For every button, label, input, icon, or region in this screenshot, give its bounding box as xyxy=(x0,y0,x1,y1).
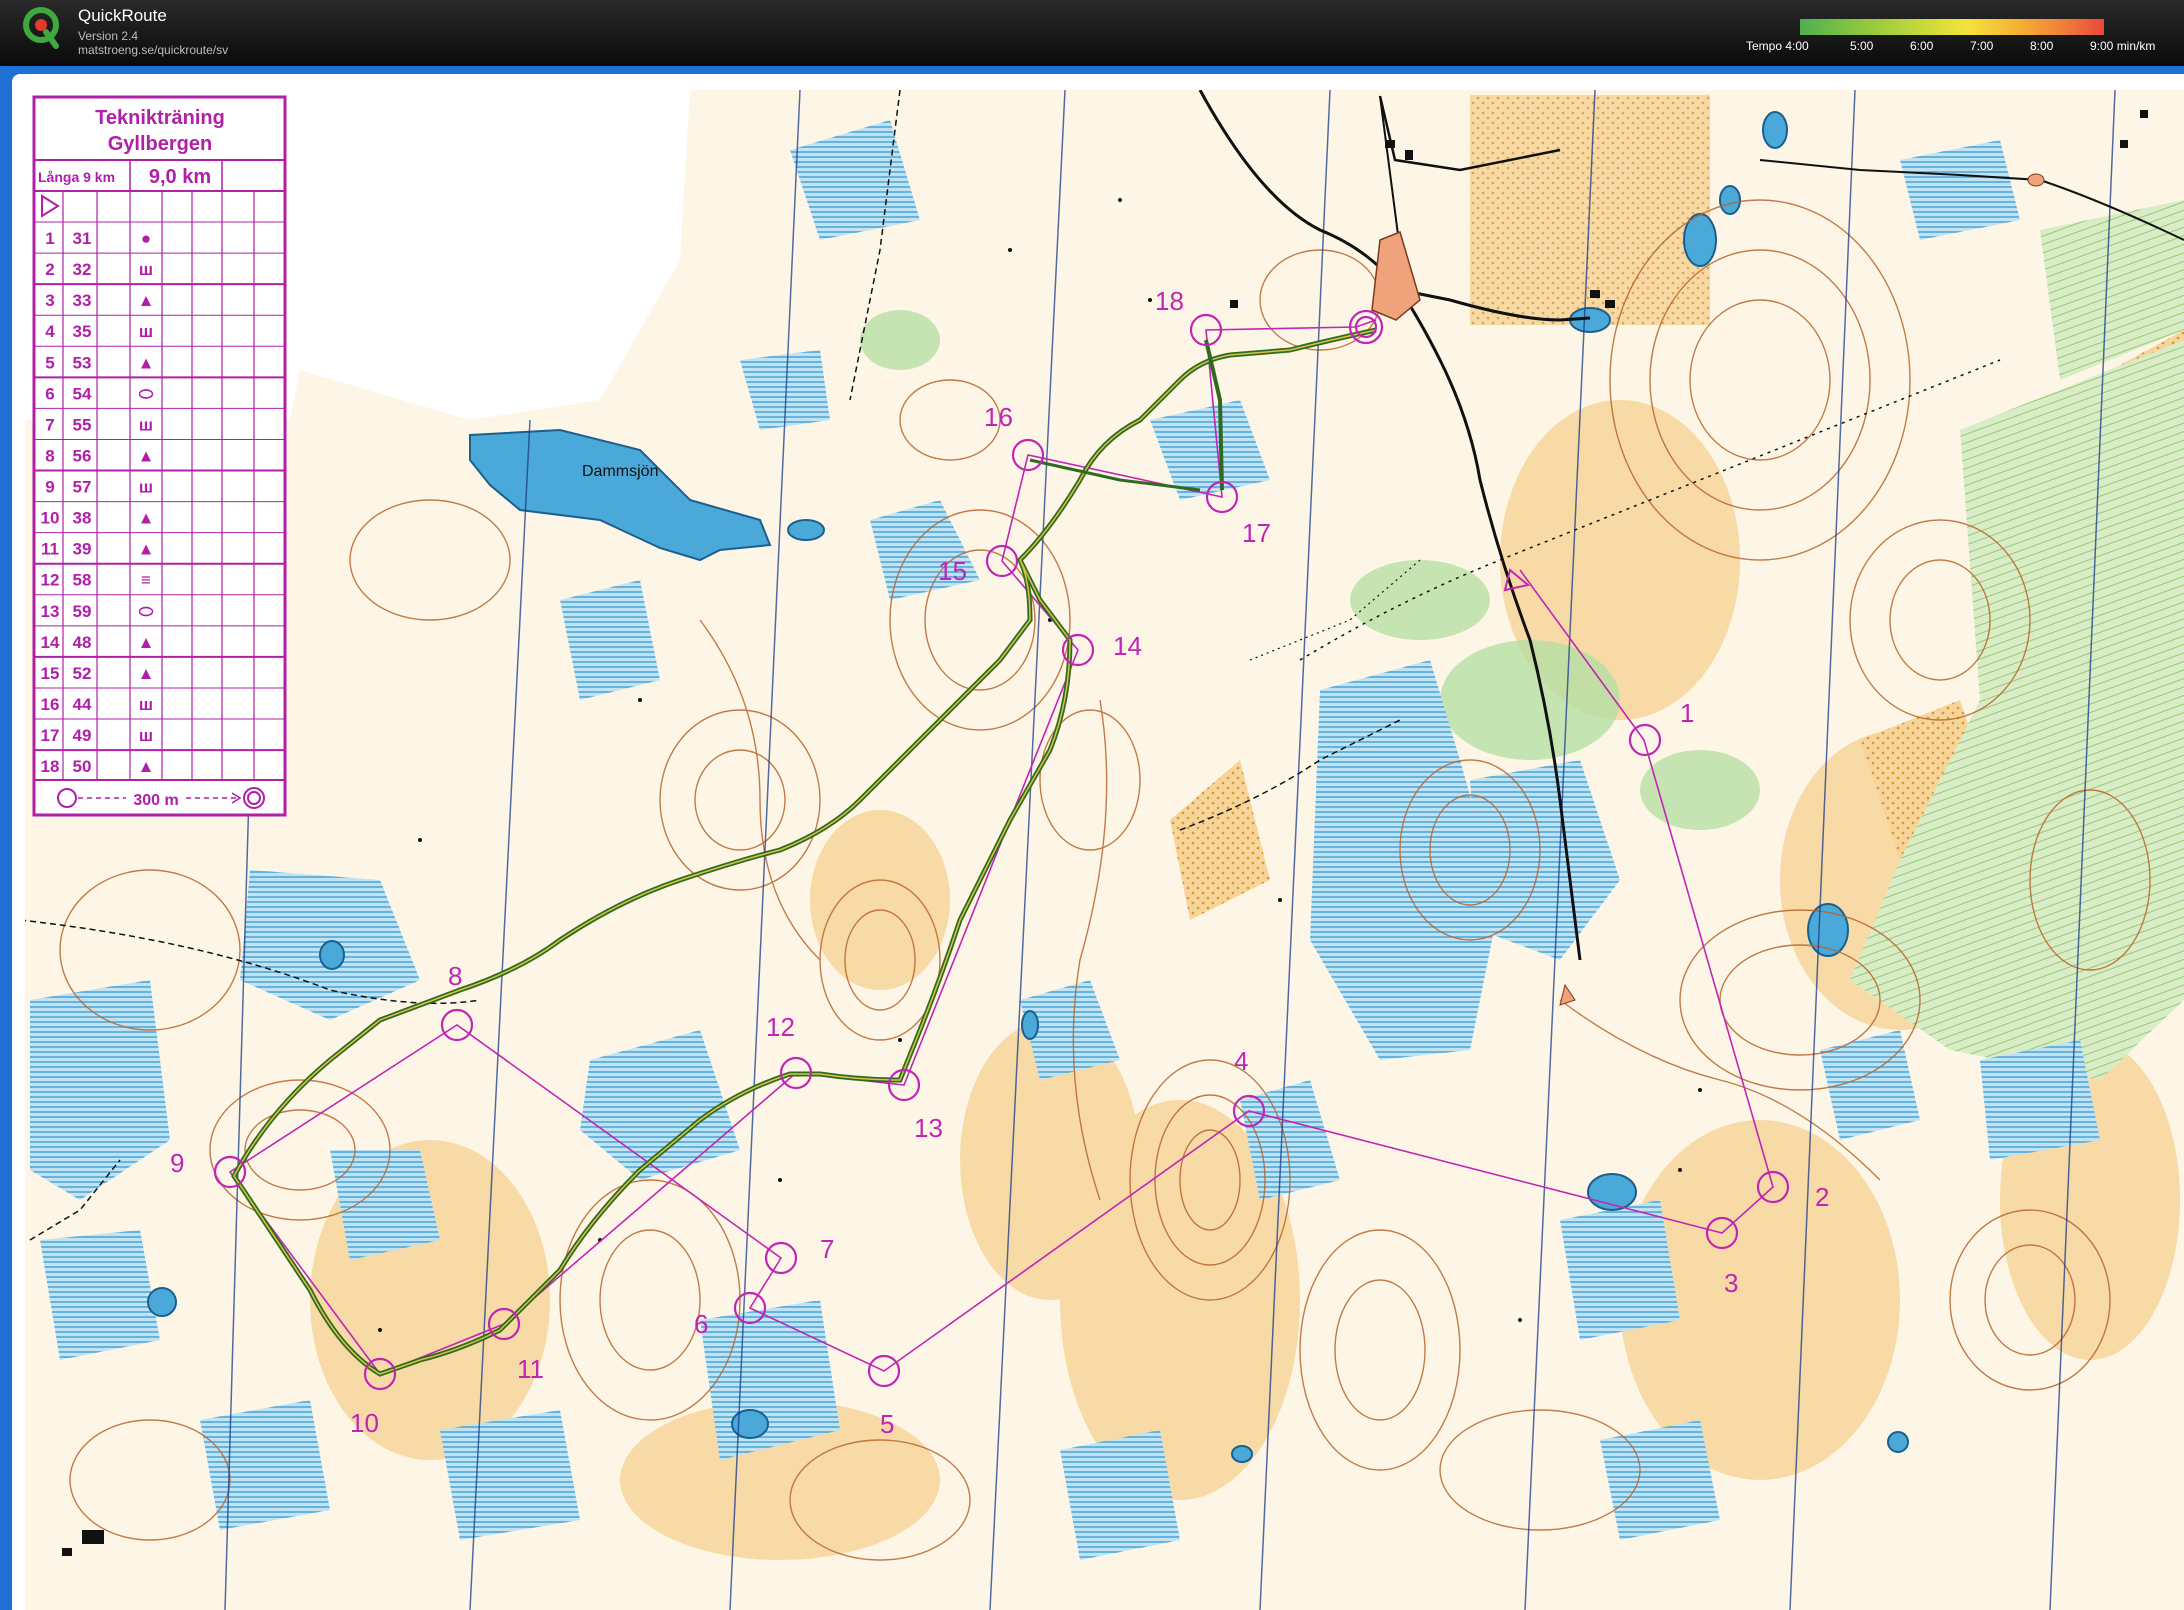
card-row-code: 53 xyxy=(73,353,92,372)
card-row-symbol: ш xyxy=(139,726,153,745)
card-row-number: 16 xyxy=(41,695,60,714)
card-row-code: 49 xyxy=(73,726,92,745)
control-number-1: 1 xyxy=(1680,698,1694,728)
card-row-symbol: ▲ xyxy=(138,633,155,652)
card-row-symbol: ⬭ xyxy=(139,384,154,403)
control-number-12: 12 xyxy=(766,1012,795,1042)
card-row-code: 39 xyxy=(73,540,92,559)
card-row-code: 32 xyxy=(73,260,92,279)
card-row-symbol: ▲ xyxy=(138,446,155,465)
card-row-code: 58 xyxy=(73,571,92,590)
card-row-number: 17 xyxy=(41,726,60,745)
card-title-line1: Teknikträning xyxy=(95,107,225,129)
card-row-symbol: ▲ xyxy=(138,540,155,559)
card-row-symbol: ш xyxy=(139,260,153,279)
card-row-code: 44 xyxy=(73,695,92,714)
control-number-13: 13 xyxy=(914,1113,943,1143)
control-number-18: 18 xyxy=(1155,286,1184,316)
card-row-number: 12 xyxy=(41,571,60,590)
card-row-number: 9 xyxy=(45,478,54,497)
card-row-number: 15 xyxy=(41,664,60,683)
control-number-14: 14 xyxy=(1113,631,1142,661)
control-number-5: 5 xyxy=(880,1409,894,1439)
control-number-4: 4 xyxy=(1234,1046,1248,1076)
card-row-code: 52 xyxy=(73,664,92,683)
card-row-number: 3 xyxy=(45,291,54,310)
card-class: Långa 9 km xyxy=(38,169,115,185)
card-row-symbol: ▲ xyxy=(138,664,155,683)
card-row-number: 4 xyxy=(45,322,55,341)
card-row-number: 18 xyxy=(41,757,60,776)
card-row-code: 48 xyxy=(73,633,92,652)
control-number-15: 15 xyxy=(938,556,967,586)
card-row-number: 5 xyxy=(45,353,54,372)
control-number-11: 11 xyxy=(517,1354,544,1384)
control-number-2: 2 xyxy=(1815,1182,1829,1212)
card-row-symbol: ≡ xyxy=(141,571,151,590)
card-row-number: 7 xyxy=(45,415,54,434)
map-terrain: Dammsjön xyxy=(25,90,2184,1610)
card-length: 9,0 km xyxy=(149,166,211,188)
control-description-card: Teknikträning Gyllbergen Långa 9 km 9,0 … xyxy=(32,95,287,817)
card-row-code: 50 xyxy=(73,757,92,776)
control-number-6: 6 xyxy=(694,1309,708,1339)
card-row-number: 13 xyxy=(41,602,60,621)
card-row-code: 35 xyxy=(73,322,92,341)
card-row-code: 57 xyxy=(73,478,92,497)
card-row-code: 31 xyxy=(73,229,92,248)
card-row-symbol: ▲ xyxy=(138,353,155,372)
card-row-number: 1 xyxy=(45,229,54,248)
card-finish-distance: 300 m xyxy=(133,792,178,809)
orienteering-map[interactable]: Dammsjön 1 2 3 4 5 6 7 8 9 10 11 12 13 1… xyxy=(0,0,2184,1610)
card-row-number: 6 xyxy=(45,384,54,403)
card-row-code: 33 xyxy=(73,291,92,310)
card-title-line2: Gyllbergen xyxy=(108,133,212,155)
card-row-code: 56 xyxy=(73,446,92,465)
card-row-symbol: ▲ xyxy=(138,291,155,310)
card-row-symbol: ▲ xyxy=(138,757,155,776)
control-number-7: 7 xyxy=(820,1234,834,1264)
card-row-number: 11 xyxy=(41,540,59,559)
card-row-symbol: ш xyxy=(139,478,153,497)
card-row-symbol: ш xyxy=(139,415,153,434)
control-number-17: 17 xyxy=(1242,518,1271,548)
card-row-symbol: ш xyxy=(139,322,153,341)
card-row-code: 55 xyxy=(73,415,92,434)
lake-label: Dammsjön xyxy=(582,463,658,480)
card-row-number: 10 xyxy=(41,509,60,528)
control-number-9: 9 xyxy=(170,1148,184,1178)
card-row-symbol: ⬭ xyxy=(139,602,154,621)
card-row-number: 14 xyxy=(41,633,60,652)
card-row-code: 54 xyxy=(73,384,92,403)
control-number-8: 8 xyxy=(448,961,462,991)
card-row-symbol: ▲ xyxy=(138,509,155,528)
control-number-16: 16 xyxy=(984,402,1013,432)
card-row-number: 2 xyxy=(45,260,54,279)
card-row-code: 59 xyxy=(73,602,92,621)
control-number-3: 3 xyxy=(1724,1268,1738,1298)
card-row-symbol: ● xyxy=(141,229,151,248)
control-number-10: 10 xyxy=(350,1408,379,1438)
card-row-symbol: ш xyxy=(139,695,153,714)
card-row-number: 8 xyxy=(45,446,54,465)
card-row-code: 38 xyxy=(73,509,92,528)
